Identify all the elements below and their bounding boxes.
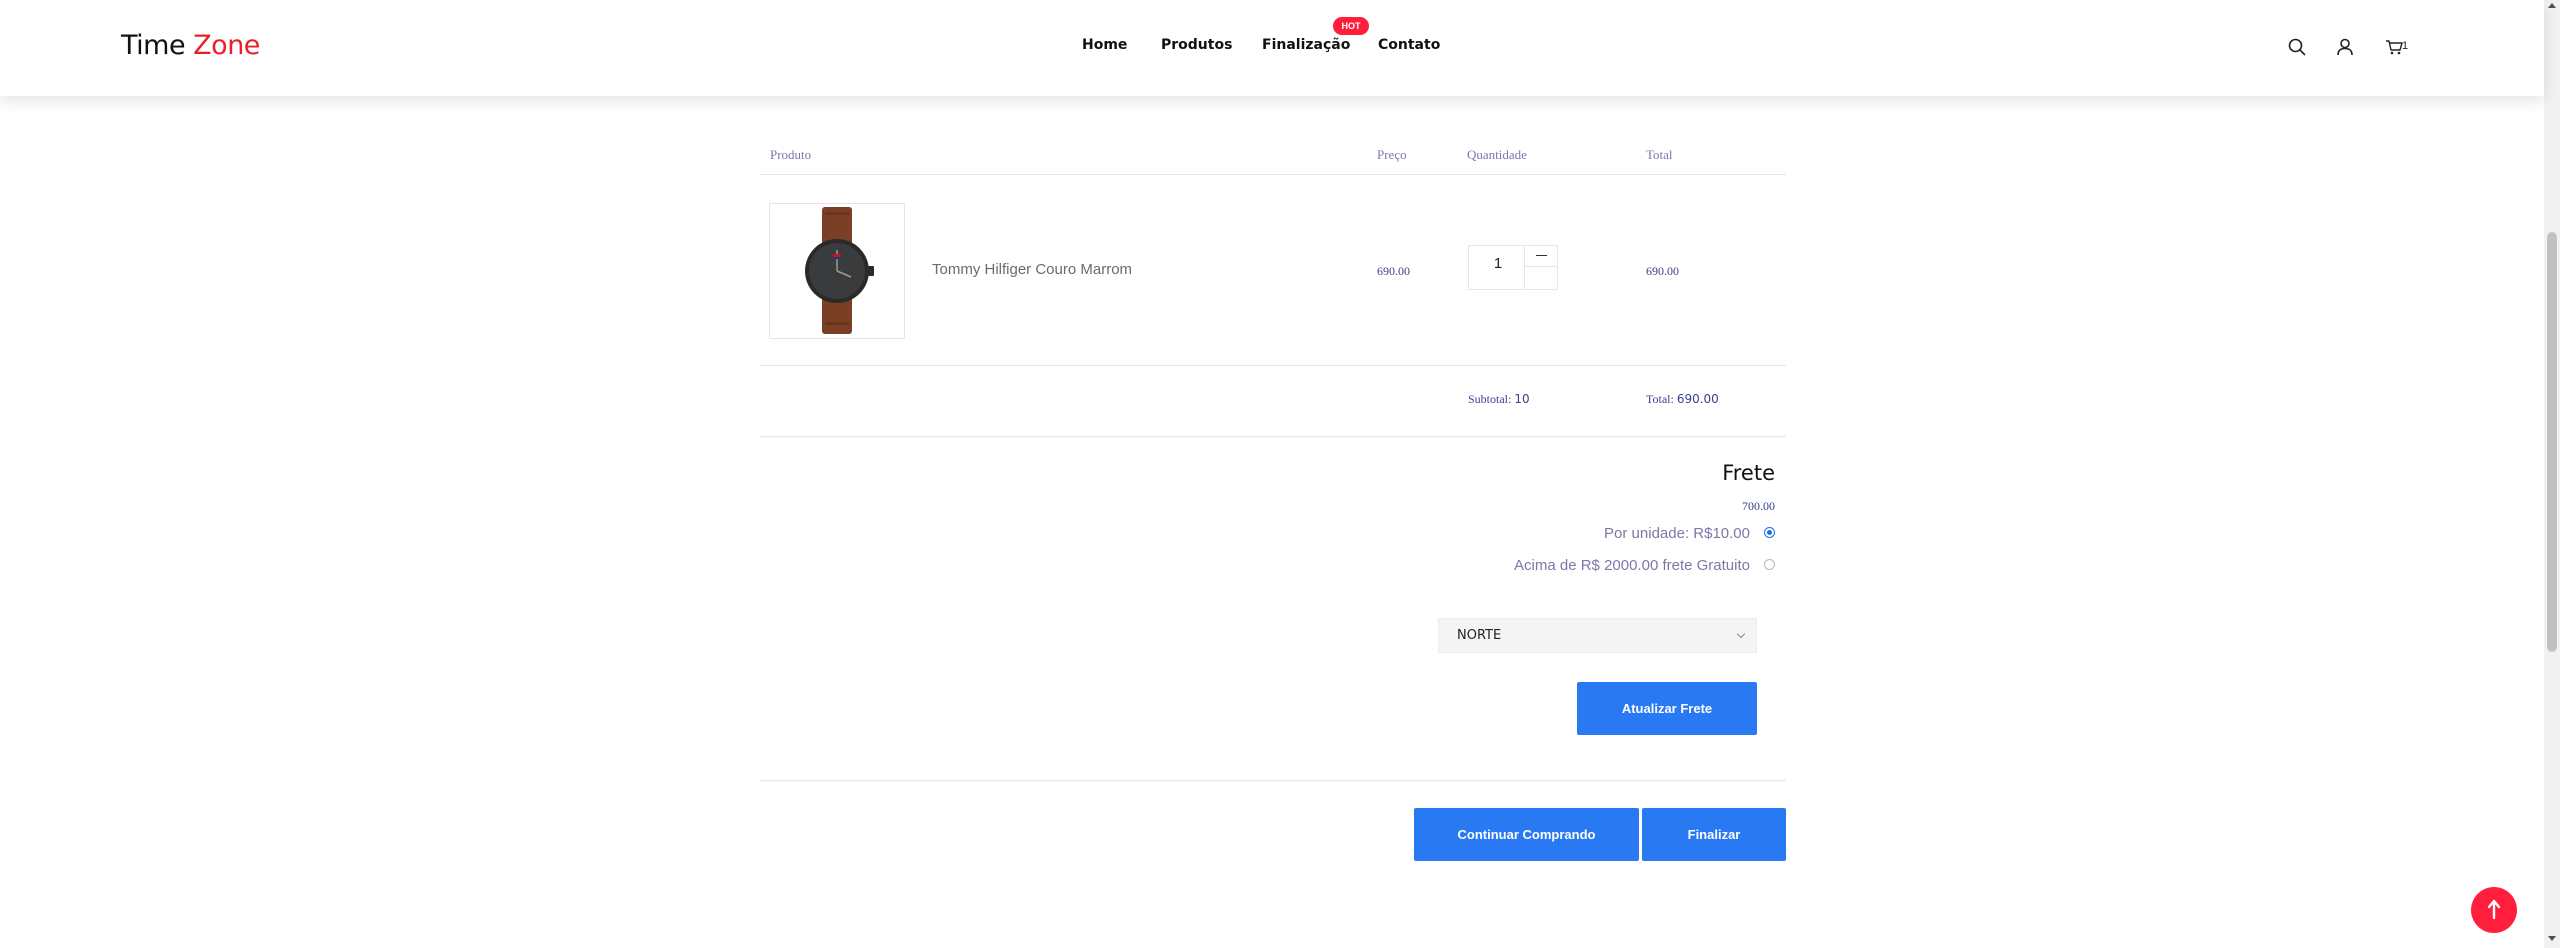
product-total: 690.00 xyxy=(1646,264,1679,278)
shipping-title: Frete xyxy=(1722,461,1775,485)
column-header-total: Total xyxy=(1646,147,1673,162)
total-value: 690.00 xyxy=(1676,392,1719,406)
product-image[interactable] xyxy=(769,203,905,339)
column-header-quantity: Quantidade xyxy=(1467,147,1527,162)
column-header-product: Produto xyxy=(770,147,812,162)
divider xyxy=(759,780,1786,781)
column-header-price: Preço xyxy=(1377,147,1407,162)
scroll-up-arrow-icon[interactable] xyxy=(2548,3,2556,8)
nav-finalizacao[interactable]: Finalização xyxy=(1262,37,1350,53)
nav-contato[interactable]: Contato xyxy=(1378,37,1440,53)
cart-count: 1 xyxy=(2402,40,2409,52)
shipping-option-per-unit-label: Por unidade: R$10.00 xyxy=(1604,525,1750,542)
divider xyxy=(759,174,1786,175)
logo-text-zone: Zone xyxy=(193,30,260,61)
checkout-button[interactable]: Finalizar xyxy=(1642,808,1786,861)
shipping-option-per-unit-radio[interactable] xyxy=(1764,527,1775,538)
back-to-top-button[interactable] xyxy=(2471,887,2517,933)
logo[interactable]: Time Zone xyxy=(121,30,260,61)
subtotal: Subtotal: 10 xyxy=(1468,392,1530,407)
continue-shopping-button[interactable]: Continuar Comprando xyxy=(1414,808,1639,861)
arrow-up-icon xyxy=(2487,899,2501,920)
subtotal-value: 10 xyxy=(1514,392,1530,406)
divider xyxy=(759,365,1786,366)
product-name[interactable]: Tommy Hilfiger Couro Marrom xyxy=(932,261,1132,278)
nav-produtos[interactable]: Produtos xyxy=(1161,37,1232,53)
shipping-option-free-radio[interactable] xyxy=(1764,559,1775,570)
region-select[interactable]: NORTE xyxy=(1438,618,1757,653)
quantity-increment-button[interactable] xyxy=(1524,267,1558,290)
user-icon[interactable] xyxy=(2334,36,2356,58)
subtotal-label: Subtotal: xyxy=(1468,392,1512,406)
region-select-value: NORTE xyxy=(1457,628,1502,643)
quantity-decrement-button[interactable] xyxy=(1524,245,1558,267)
hot-badge: HOT xyxy=(1333,17,1369,35)
divider xyxy=(759,436,1786,437)
total-label: Total: xyxy=(1646,392,1674,406)
shipping-value: 700.00 xyxy=(1742,499,1775,513)
quantity-input[interactable]: 1 xyxy=(1468,255,1528,272)
product-price: 690.00 xyxy=(1377,264,1410,278)
watch-image-icon xyxy=(805,207,874,334)
shipping-option-free-label: Acima de R$ 2000.00 frete Gratuito xyxy=(1514,557,1750,574)
update-shipping-button[interactable]: Atualizar Frete xyxy=(1577,682,1757,735)
cart-total: Total: 690.00 xyxy=(1646,392,1719,407)
logo-text-time: Time xyxy=(121,30,194,61)
search-icon[interactable] xyxy=(2286,36,2308,58)
chevron-down-icon xyxy=(1736,629,1746,639)
scrollbar-thumb[interactable] xyxy=(2547,232,2557,652)
nav-home[interactable]: Home xyxy=(1082,37,1127,53)
scroll-down-arrow-icon[interactable] xyxy=(2548,936,2556,941)
site-header: Time Zone Home Produtos Finalização HOT … xyxy=(0,0,2544,96)
